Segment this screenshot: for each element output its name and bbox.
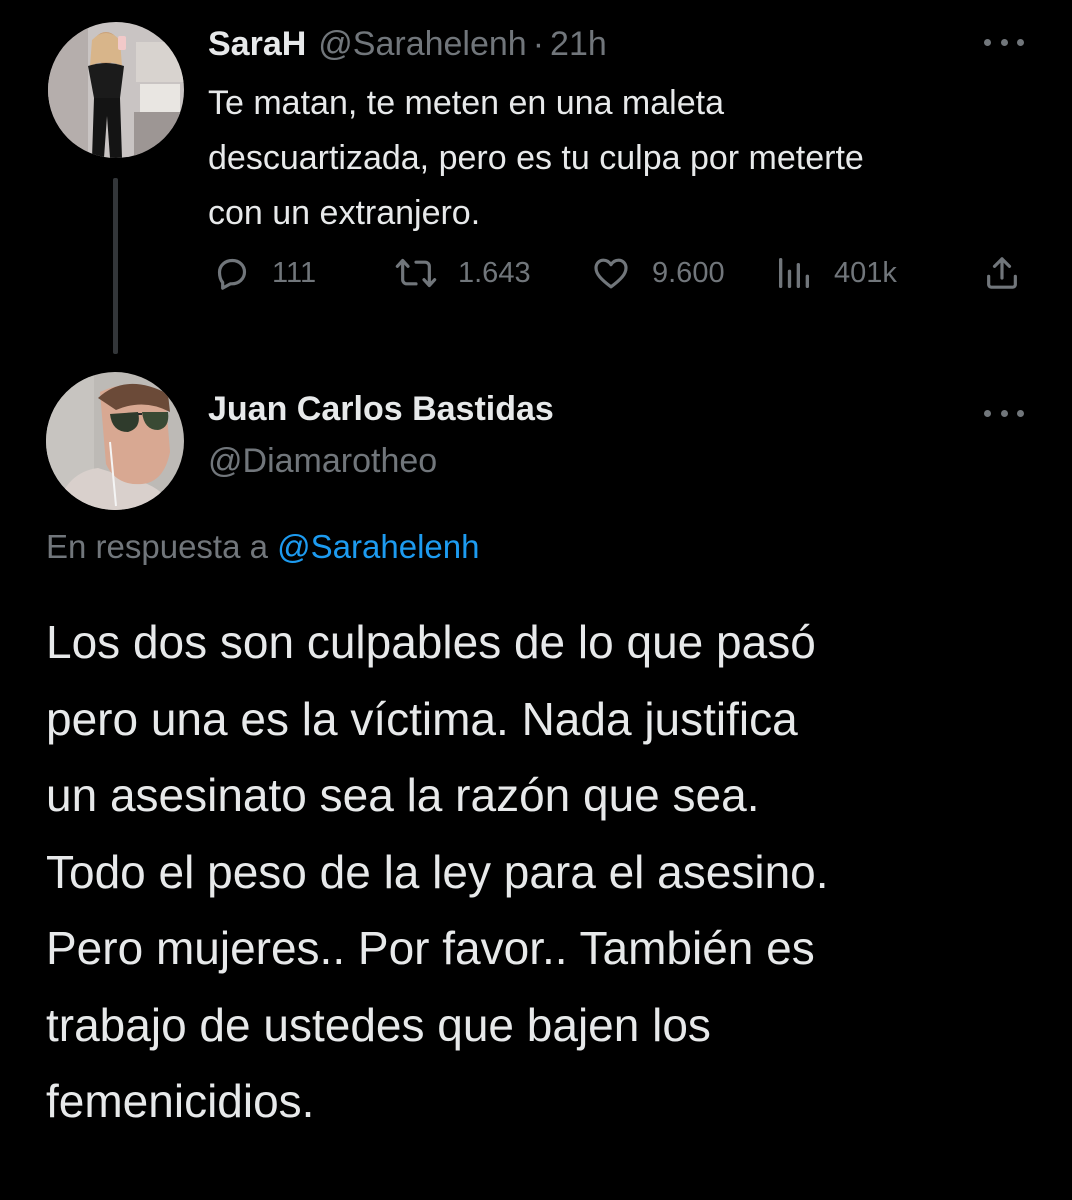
like-button[interactable]: 9.600 (590, 248, 725, 298)
parent-text-line: descuartizada, pero es tu culpa por mete… (208, 139, 864, 177)
heart-outline-icon (594, 258, 628, 289)
reply-text-line: Todo el peso de la ley para el asesino. (46, 845, 829, 898)
header-separator: · (532, 24, 545, 63)
parent-handle[interactable]: @Sarahelenh (318, 25, 526, 64)
replying-to-mention[interactable]: @Sarahelenh (277, 528, 479, 565)
parent-text-line: Te matan, te meten en una maleta (208, 84, 724, 122)
share-button[interactable] (982, 248, 1022, 298)
reply-display-name[interactable]: Juan Carlos Bastidas (208, 390, 554, 429)
thread-connector-line (113, 178, 118, 354)
reply-text-line: femenicidios. (46, 1075, 315, 1127)
views-button[interactable]: 401k (774, 248, 897, 298)
parent-text-line: con un extranjero. (208, 194, 481, 232)
parent-timestamp[interactable]: 21h (550, 25, 607, 64)
bar-chart-icon (779, 258, 809, 288)
like-count: 9.600 (652, 256, 725, 289)
retweet-arrows-icon (395, 258, 437, 288)
share-upload-icon (987, 257, 1017, 289)
parent-display-name[interactable]: SaraH (208, 25, 306, 64)
views-count: 401k (834, 256, 897, 289)
reply-handle[interactable]: @Diamarotheo (208, 442, 437, 481)
avatar-juan[interactable] (46, 372, 184, 510)
avatar-juan-photo (46, 372, 184, 510)
reply-text-line: trabajo de ustedes que bajen los (46, 998, 711, 1051)
reply-text-line: Los dos son culpables de lo que pasó (46, 616, 816, 668)
avatar-sarah[interactable] (48, 22, 184, 158)
reply-text-line: Pero mujeres.. Por favor.. También es (46, 922, 815, 974)
parent-tweet-text: Te matan, te meten en una maleta descuar… (208, 76, 1038, 241)
parent-action-bar: 111 1.643 9.600 401k (208, 248, 1038, 298)
avatar-sarah-photo (48, 22, 184, 158)
more-dots-icon[interactable] (984, 32, 1024, 52)
reply-text-line: un asesinato sea la razón que sea. (46, 769, 760, 821)
retweet-count: 1.643 (458, 256, 531, 289)
reply-count: 111 (272, 256, 317, 289)
replying-to-prefix: En respuesta a (46, 528, 268, 565)
speech-bubble-icon (217, 258, 247, 290)
reply-text-line: pero una es la víctima. Nada justifica (46, 692, 798, 745)
reply-button[interactable]: 111 (212, 248, 316, 298)
retweet-button[interactable]: 1.643 (394, 248, 531, 298)
tweet-thread: SaraH @Sarahelenh · 21h Te matan, te met… (0, 0, 1072, 1200)
more-dots-icon[interactable] (984, 403, 1024, 423)
replying-to: En respuesta a @Sarahelenh (46, 528, 479, 566)
reply-tweet-text: Los dos son culpables de lo que pasó per… (46, 604, 1046, 1140)
parent-tweet[interactable]: SaraH @Sarahelenh · 21h Te matan, te met… (0, 0, 1072, 360)
parent-tweet-header: SaraH @Sarahelenh · 21h (208, 22, 607, 66)
